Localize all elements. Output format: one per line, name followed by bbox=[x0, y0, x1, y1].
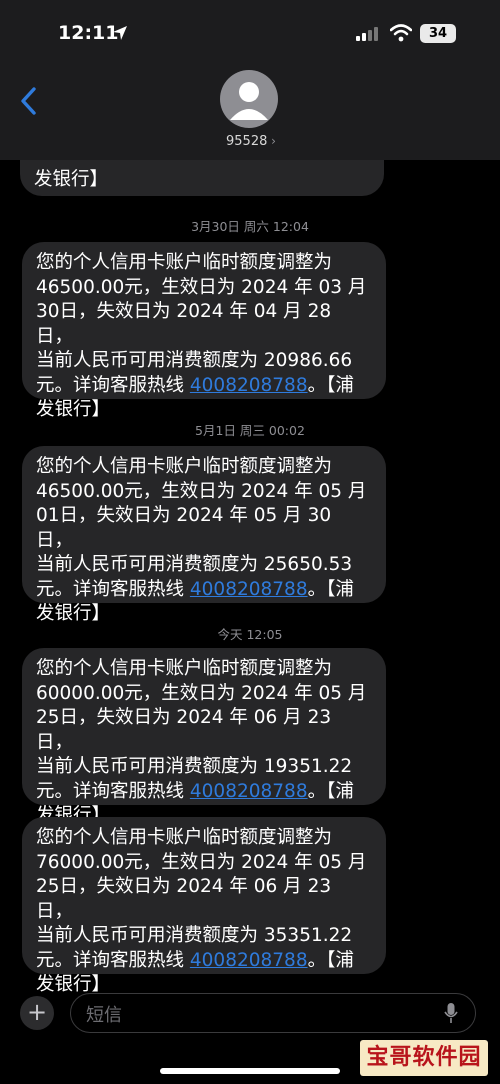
contact-name[interactable]: 95528 › bbox=[226, 134, 276, 149]
timestamp: 5月1日 周三 00:02 bbox=[195, 423, 305, 438]
message-line: 46500.00元，生效日为 2024 年 05 月 bbox=[36, 480, 367, 502]
message-line: 60000.00元，生效日为 2024 年 05 月 bbox=[36, 682, 367, 704]
plus-icon[interactable]: + bbox=[20, 996, 54, 1030]
message-line: 您的个人信用卡账户临时额度调整为 bbox=[36, 252, 333, 273]
message-bubble[interactable]: 您的个人信用卡账户临时额度调整为 60000.00元，生效日为 2024 年 0… bbox=[22, 648, 386, 826]
message-line: 发银行】 bbox=[36, 399, 111, 420]
phone-link[interactable]: 4008208788 bbox=[190, 950, 308, 971]
chevron-right-icon: › bbox=[267, 134, 276, 148]
message-bubble[interactable]: 您的个人信用卡账户临时额度调整为 76000.00元，生效日为 2024 年 0… bbox=[22, 817, 386, 995]
message-line: 元。详询客服热线 4008208788。【浦 bbox=[36, 949, 354, 971]
timestamp: 3月30日 周六 12:04 bbox=[191, 219, 309, 234]
message-line: 发银行】 bbox=[36, 603, 111, 624]
watermark-logo: 宝哥软件园 bbox=[360, 1040, 488, 1076]
message-line: 您的个人信用卡账户临时额度调整为 bbox=[36, 658, 333, 679]
message-line: 当前人民币可用消费额度为 19351.22 bbox=[36, 756, 353, 777]
location-arrow-icon bbox=[113, 26, 127, 40]
message-line: 元。详询客服热线 4008208788。【浦 bbox=[36, 374, 354, 396]
contact-avatar-icon[interactable] bbox=[220, 70, 278, 128]
contact-number: 95528 bbox=[226, 134, 268, 149]
wifi-icon bbox=[390, 24, 412, 42]
message-text-partial: 发银行】 bbox=[34, 169, 109, 190]
timestamp: 今天 12:05 bbox=[217, 627, 283, 642]
message-line: 76000.00元，生效日为 2024 年 05 月 bbox=[36, 851, 367, 873]
status-time: 12:11 bbox=[58, 22, 119, 44]
message-line: 您的个人信用卡账户临时额度调整为 bbox=[36, 456, 333, 477]
message-line: 46500.00元，生效日为 2024 年 03 月 bbox=[36, 276, 367, 298]
back-chevron-icon[interactable] bbox=[18, 86, 40, 116]
message-line: 元。详询客服热线 4008208788。【浦 bbox=[36, 780, 354, 802]
phone-link[interactable]: 4008208788 bbox=[190, 781, 308, 802]
message-line: 当前人民币可用消费额度为 20986.66 bbox=[36, 350, 353, 371]
message-input[interactable] bbox=[70, 993, 476, 1033]
message-line: 25日，失效日为 2024 年 06 月 23 日， bbox=[36, 707, 332, 753]
message-line: 当前人民币可用消费额度为 25650.53 bbox=[36, 554, 353, 575]
message-line: 当前人民币可用消费额度为 35351.22 bbox=[36, 925, 353, 946]
microphone-icon[interactable] bbox=[444, 1002, 458, 1024]
battery-icon: 34 bbox=[420, 24, 456, 43]
message-line: 您的个人信用卡账户临时额度调整为 bbox=[36, 827, 333, 848]
cellular-signal-icon bbox=[356, 27, 378, 41]
home-indicator bbox=[160, 1068, 340, 1074]
message-line: 元。详询客服热线 4008208788。【浦 bbox=[36, 578, 354, 600]
message-line: 30日，失效日为 2024 年 04 月 28 日， bbox=[36, 301, 332, 347]
phone-link[interactable]: 4008208788 bbox=[190, 375, 308, 396]
message-input-placeholder: 短信 bbox=[86, 1005, 122, 1026]
phone-link[interactable]: 4008208788 bbox=[190, 579, 308, 600]
message-bubble[interactable]: 您的个人信用卡账户临时额度调整为 46500.00元，生效日为 2024 年 0… bbox=[22, 446, 386, 624]
message-bubble[interactable]: 您的个人信用卡账户临时额度调整为 46500.00元，生效日为 2024 年 0… bbox=[22, 242, 386, 420]
message-line: 01日，失效日为 2024 年 05 月 30 日， bbox=[36, 505, 332, 551]
message-line: 25日，失效日为 2024 年 06 月 23 日， bbox=[36, 876, 332, 922]
